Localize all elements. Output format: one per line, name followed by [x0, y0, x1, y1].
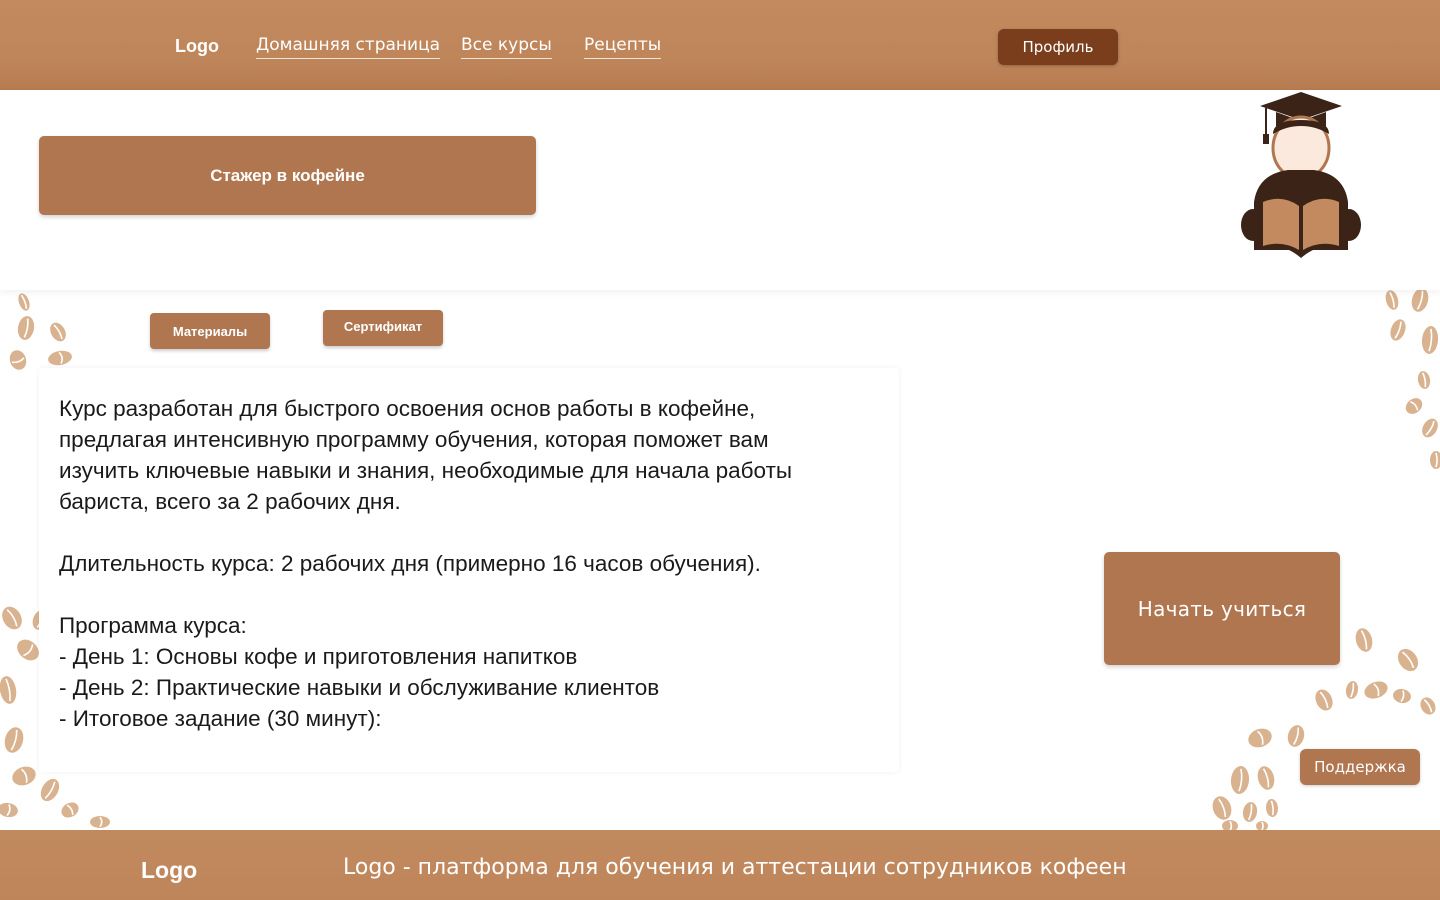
description-intro-line: Курс разработан для быстрого освоения ос…	[59, 396, 756, 421]
coffee-bean-icon	[0, 676, 17, 704]
tab-materials[interactable]: Материалы	[150, 313, 270, 349]
coffee-bean-icon	[1230, 766, 1250, 794]
coffee-bean-icon	[17, 316, 35, 340]
coffee-bean-icon	[61, 802, 79, 818]
coffee-bean-icon	[1212, 796, 1232, 820]
coffee-bean-icon	[1420, 697, 1436, 715]
graduate-reading-book-icon	[1241, 92, 1361, 258]
coffee-bean-icon	[1287, 725, 1305, 747]
program-heading: Программа курса:	[59, 613, 247, 638]
footer: Logo Logo - платформа для обучения и атт…	[0, 830, 1440, 900]
coffee-bean-icon	[1248, 728, 1272, 748]
profile-button[interactable]: Профиль	[998, 29, 1118, 65]
coffee-bean-icon	[90, 816, 110, 828]
coffee-bean-icon	[1265, 799, 1279, 817]
course-hero: Стажер в кофейне	[0, 90, 1440, 290]
nav-recipes-link[interactable]: Рецепты	[584, 35, 662, 59]
coffee-bean-icon	[2, 606, 22, 630]
coffee-bean-icon	[1411, 288, 1429, 312]
coffee-bean-icon	[18, 293, 30, 311]
coffee-bean-icon	[1242, 802, 1258, 822]
coffee-bean-icon	[0, 802, 18, 818]
top-header: Logo Домашняя страница Все курсы Рецепты…	[0, 0, 1440, 90]
coffee-bean-icon	[1405, 398, 1423, 414]
description-intro-line: бариста, всего за 2 рабочих дня.	[59, 489, 401, 514]
program-item: - День 1: Основы кофе и приготовления на…	[59, 644, 578, 669]
start-learning-button[interactable]: Начать учиться	[1104, 552, 1340, 665]
coffee-bean-icon	[1393, 688, 1411, 704]
coffee-bean-icon	[1345, 681, 1359, 699]
coffee-bean-icon	[40, 778, 60, 802]
footer-logo[interactable]: Logo	[141, 857, 197, 884]
coffee-bean-icon	[9, 350, 27, 370]
program-item: - День 2: Практические навыки и обслужив…	[59, 675, 660, 700]
coffee-bean-icon	[48, 350, 72, 366]
nav-courses-link[interactable]: Все курсы	[461, 35, 552, 59]
course-title: Стажер в кофейне	[39, 136, 536, 215]
header-logo[interactable]: Logo	[175, 36, 219, 57]
coffee-bean-icon	[12, 766, 36, 786]
coffee-bean-icon	[50, 322, 66, 342]
coffee-bean-icon	[1422, 418, 1438, 438]
tab-certificate[interactable]: Сертификат	[323, 310, 443, 346]
coffee-bean-icon	[1421, 326, 1439, 354]
nav-home-link[interactable]: Домашняя страница	[256, 35, 441, 59]
description-intro-line: изучить ключевые навыки и знания, необхо…	[59, 458, 793, 483]
coffee-bean-icon	[4, 727, 24, 753]
coffee-bean-icon	[1315, 689, 1333, 711]
description-intro-line: предлагая интенсивную программу обучения…	[59, 427, 769, 452]
coffee-bean-icon	[1397, 648, 1419, 672]
coffee-bean-icon	[1430, 451, 1440, 469]
coffee-bean-icon	[1385, 290, 1399, 310]
coffee-bean-icon	[1257, 766, 1275, 790]
coffee-bean-icon	[1417, 371, 1431, 389]
support-button[interactable]: Поддержка	[1300, 749, 1420, 785]
footer-tagline: Logo - платформа для обучения и аттестац…	[343, 855, 1127, 880]
coffee-bean-icon	[1355, 628, 1373, 652]
coffee-bean-icon	[1364, 681, 1388, 699]
course-description-card: Курс разработан для быстрого освоения ос…	[39, 368, 899, 772]
program-item: - Итоговое задание (30 минут):	[59, 706, 382, 731]
course-duration: Длительность курса: 2 рабочих дня (приме…	[59, 551, 761, 576]
coffee-bean-icon	[1390, 319, 1406, 341]
